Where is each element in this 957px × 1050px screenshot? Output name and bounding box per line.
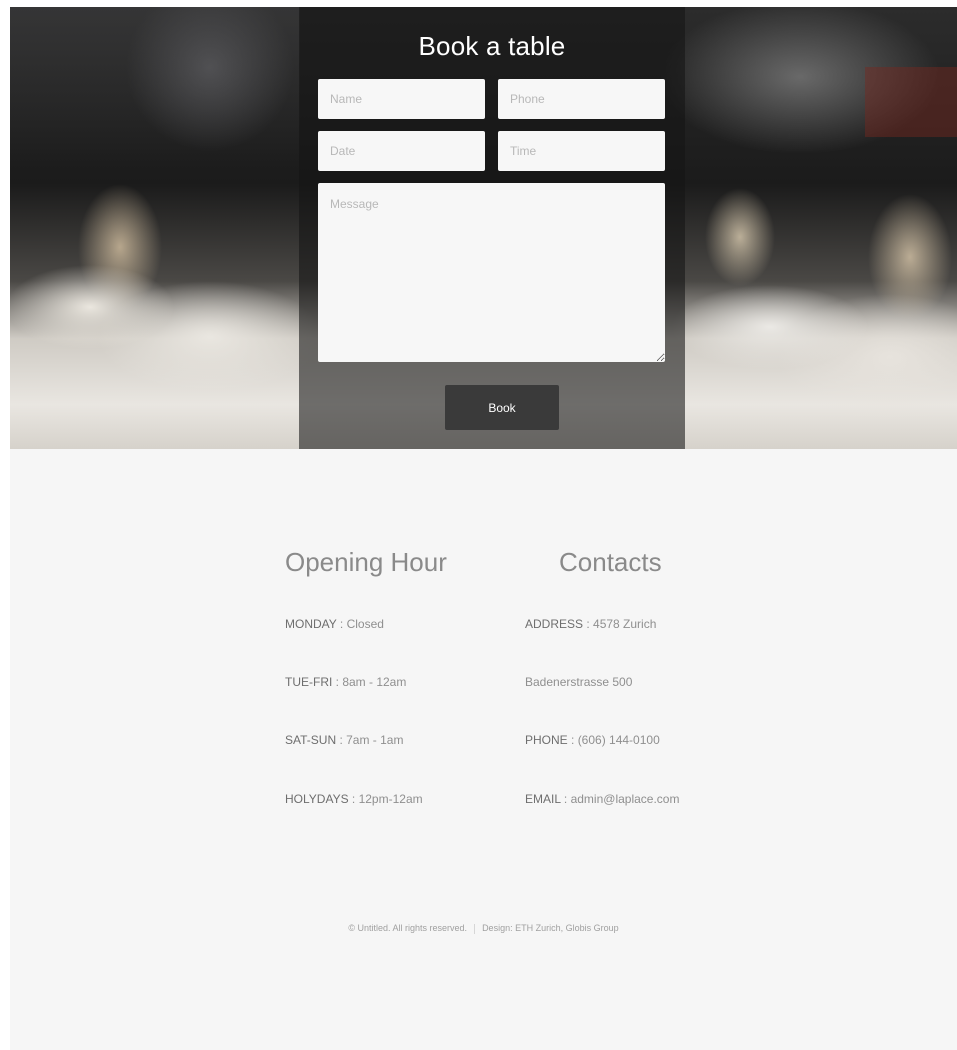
hero-background-photo: Book a table Book xyxy=(10,7,957,449)
contacts-section: Contacts ADDRESS : 4578 Zurich Badenerst… xyxy=(525,547,765,806)
hours-row-holydays: HOLYDAYS : 12pm-12am xyxy=(285,792,423,806)
name-input[interactable] xyxy=(318,79,485,119)
contact-row-phone: PHONE : (606) 144-0100 xyxy=(525,733,660,747)
footer: © Untitled. All rights reserved. Design: … xyxy=(10,923,957,934)
hours-row-tue-fri: TUE-FRI : 8am - 12am xyxy=(285,675,407,689)
phone-input[interactable] xyxy=(498,79,665,119)
footer-divider xyxy=(474,923,476,934)
date-input[interactable] xyxy=(318,131,485,171)
design-credit-text: Design: ETH Zurich, Globis Group xyxy=(482,923,619,933)
opening-hours-section: Opening Hour MONDAY : Closed TUE-FRI : 8… xyxy=(285,547,505,806)
hours-row-sat-sun: SAT-SUN : 7am - 1am xyxy=(285,733,404,747)
booking-form: Book a table Book xyxy=(299,7,685,449)
hours-row-monday: MONDAY : Closed xyxy=(285,617,384,631)
contact-row-email: EMAIL : admin@laplace.com xyxy=(525,792,680,806)
booking-title: Book a table xyxy=(418,31,566,61)
message-textarea[interactable] xyxy=(318,183,665,362)
contact-row-street: Badenerstrasse 500 xyxy=(525,675,633,689)
book-button[interactable]: Book xyxy=(445,385,559,430)
copyright-text: © Untitled. All rights reserved. xyxy=(348,923,468,933)
contact-row-address: ADDRESS : 4578 Zurich xyxy=(525,617,657,631)
contacts-title: Contacts xyxy=(559,547,662,577)
page: Book a table Book Opening Hour MONDAY : … xyxy=(10,7,957,1050)
time-input[interactable] xyxy=(498,131,665,171)
opening-hours-title: Opening Hour xyxy=(285,547,447,577)
